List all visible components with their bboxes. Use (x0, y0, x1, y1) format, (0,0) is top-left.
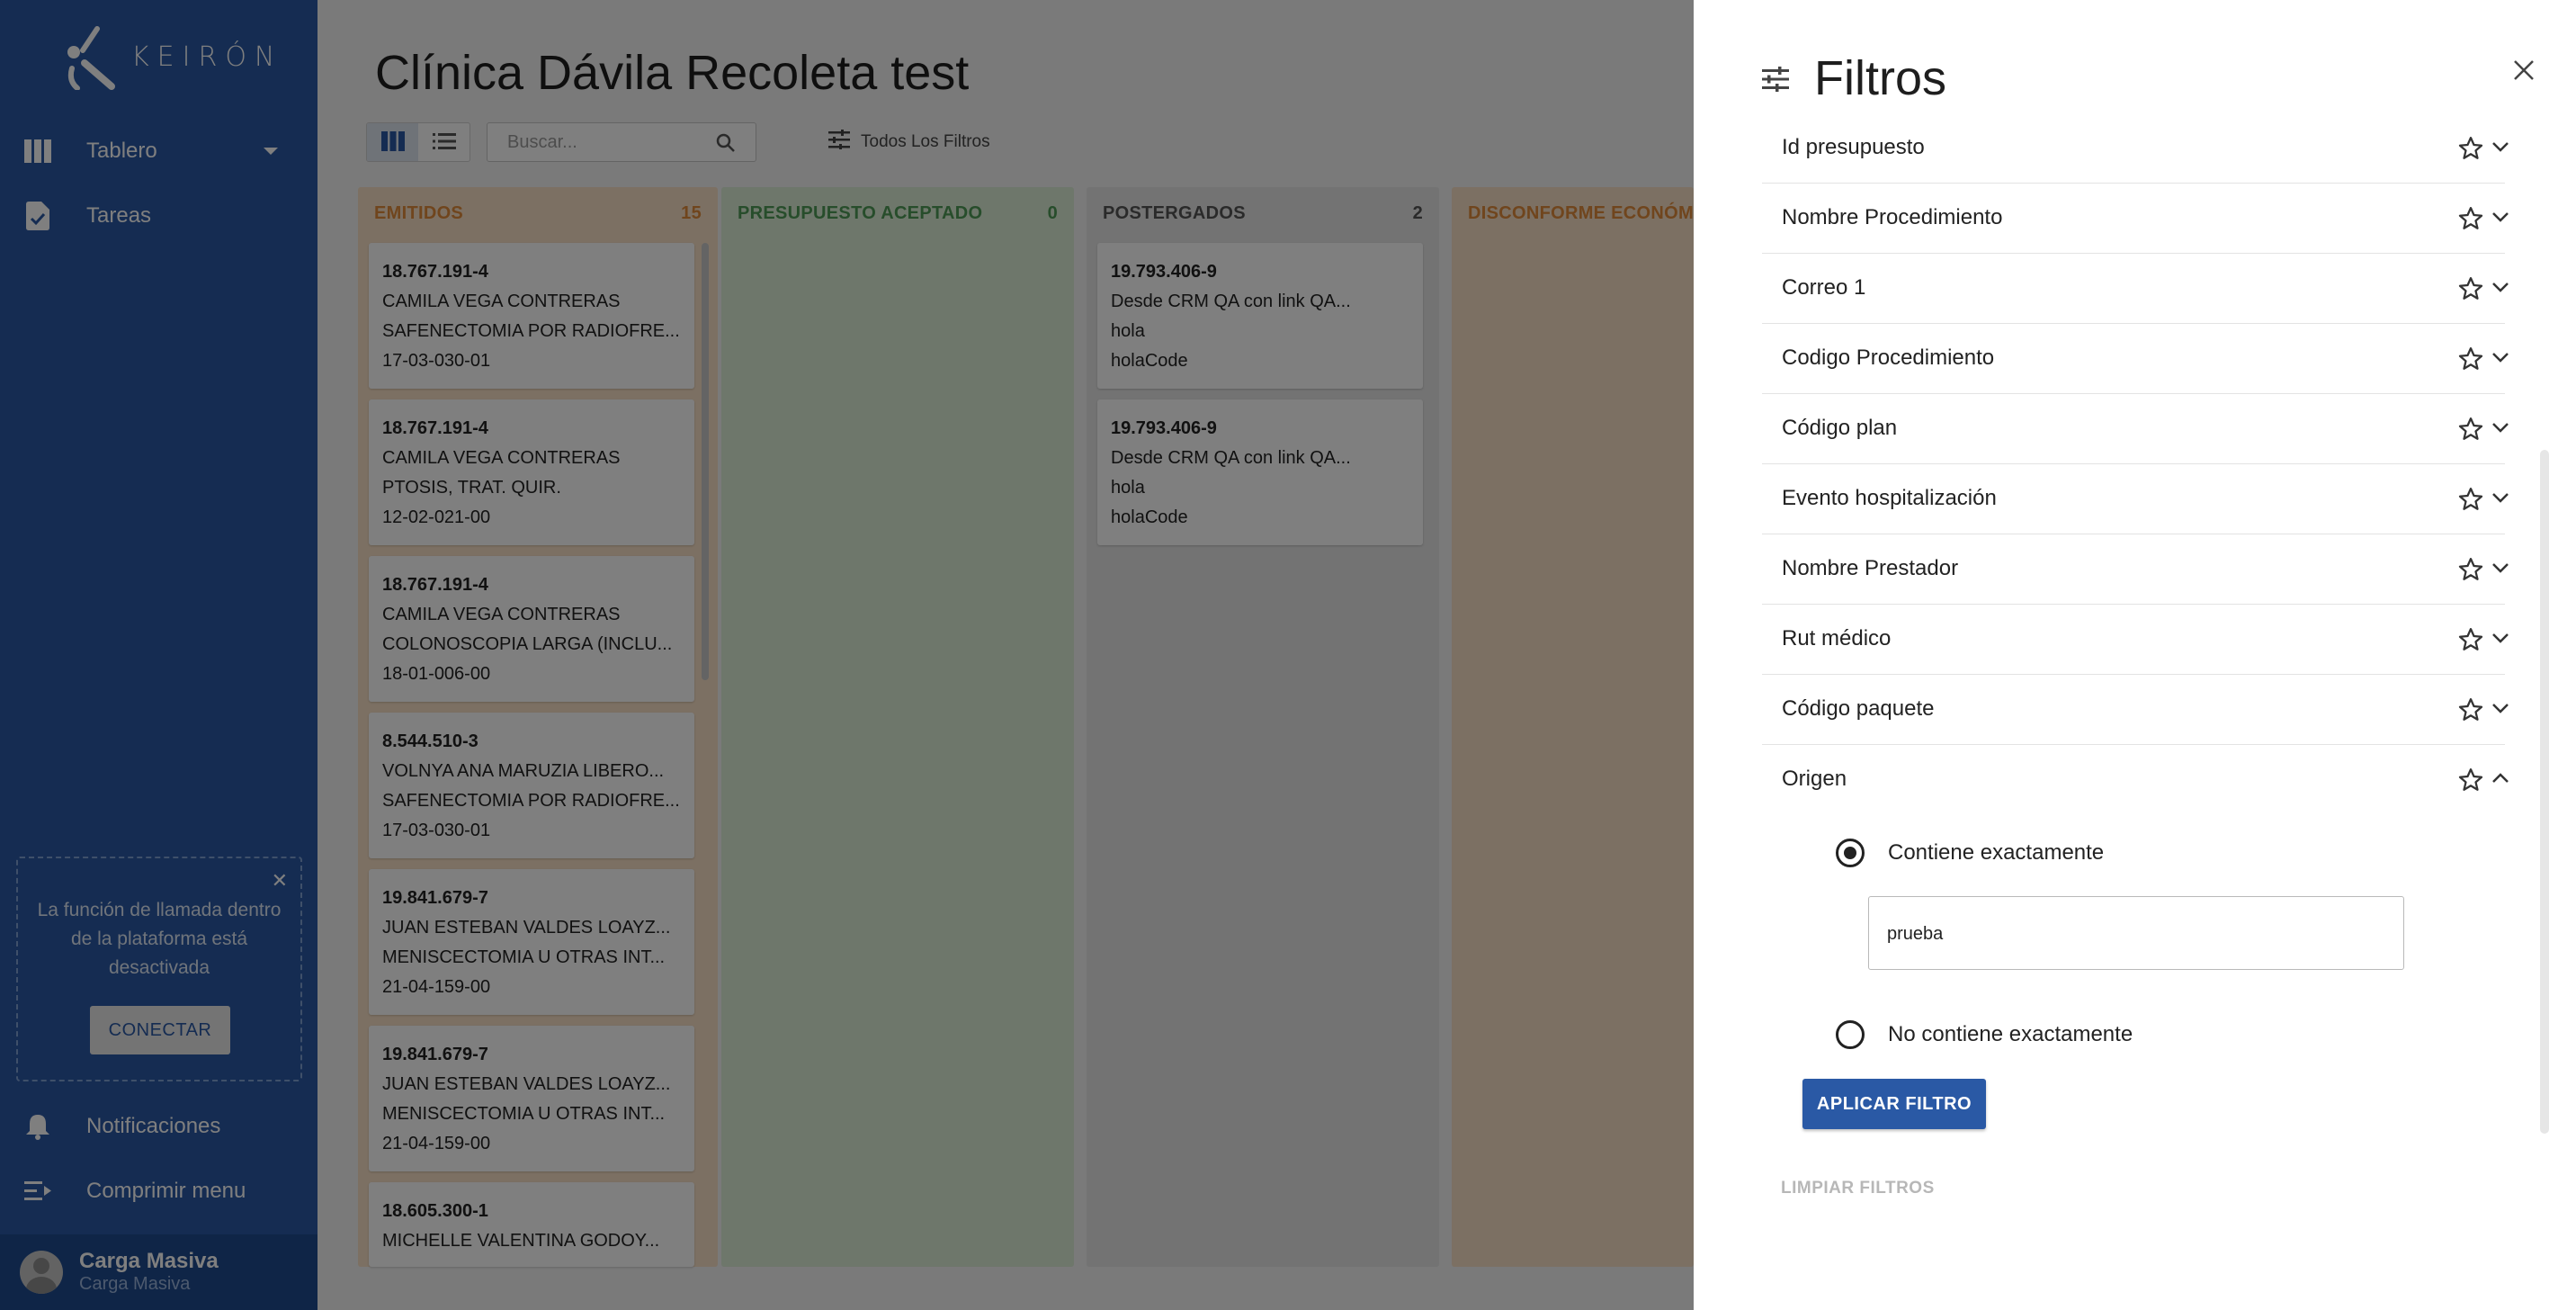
filter-row-rut-medico[interactable]: Rut médico (1762, 605, 2509, 675)
radio-not-contains-exactly[interactable]: No contiene exactamente (1836, 1020, 2133, 1049)
filter-row-codigo-paquete[interactable]: Código paquete (1762, 675, 2509, 745)
star-icon[interactable] (2457, 345, 2484, 377)
close-icon[interactable] (2513, 59, 2535, 85)
chevron-down-icon[interactable] (2491, 281, 2509, 298)
radio-label: Contiene exactamente (1888, 840, 2105, 865)
filter-label: Evento hospitalización (1782, 486, 1997, 510)
radio-contains-exactly[interactable]: Contiene exactamente (1836, 839, 2104, 867)
chevron-down-icon[interactable] (2491, 211, 2509, 228)
chevron-down-icon[interactable] (2491, 702, 2509, 719)
filter-row-evento-hospitalizacion[interactable]: Evento hospitalización (1762, 464, 2509, 534)
chevron-down-icon[interactable] (2491, 351, 2509, 368)
star-icon[interactable] (2457, 767, 2484, 798)
filter-label: Id presupuesto (1782, 135, 1925, 159)
filter-label: Codigo Procedimiento (1782, 345, 1995, 370)
star-icon[interactable] (2457, 556, 2484, 588)
filter-label: Rut médico (1782, 626, 1892, 651)
clear-filters-link[interactable]: LIMPIAR FILTROS (1781, 1179, 1935, 1198)
chevron-up-icon[interactable] (2491, 772, 2509, 789)
filter-label: Código plan (1782, 416, 1898, 440)
chevron-down-icon[interactable] (2491, 140, 2509, 157)
tune-icon (1762, 67, 1789, 96)
star-icon[interactable] (2457, 696, 2484, 728)
filter-row-codigo-plan[interactable]: Código plan (1762, 394, 2509, 464)
chevron-down-icon[interactable] (2491, 421, 2509, 438)
filter-label: Correo 1 (1782, 275, 1866, 300)
star-icon[interactable] (2457, 626, 2484, 658)
star-icon[interactable] (2457, 135, 2484, 166)
chevron-down-icon[interactable] (2491, 561, 2509, 579)
filter-row-origen[interactable]: Origen (1762, 745, 2509, 815)
filters-panel: Filtros Id presupuesto Nombre Procedimie… (1694, 0, 2576, 1310)
radio-button-checked[interactable] (1836, 839, 1865, 867)
filter-row-id-presupuesto[interactable]: Id presupuesto (1762, 113, 2509, 184)
panel-scrollbar[interactable] (2540, 450, 2549, 1134)
filter-row-correo-1[interactable]: Correo 1 (1762, 254, 2509, 324)
filter-label: Nombre Prestador (1782, 556, 1959, 580)
filter-label: Origen (1782, 767, 1847, 791)
filter-label: Código paquete (1782, 696, 1935, 721)
chevron-down-icon[interactable] (2491, 632, 2509, 649)
chevron-down-icon[interactable] (2491, 491, 2509, 508)
star-icon[interactable] (2457, 416, 2484, 447)
filter-row-codigo-procedimiento[interactable]: Codigo Procedimiento (1762, 324, 2509, 394)
filter-row-nombre-procedimiento[interactable]: Nombre Procedimiento (1762, 184, 2509, 254)
modal-backdrop[interactable] (0, 0, 1694, 1310)
apply-filter-button[interactable]: APLICAR FILTRO (1802, 1079, 1986, 1129)
star-icon[interactable] (2457, 205, 2484, 237)
origen-value-input[interactable] (1887, 920, 2373, 947)
panel-title: Filtros (1814, 51, 1946, 105)
filter-row-nombre-prestador[interactable]: Nombre Prestador (1762, 534, 2509, 605)
star-icon[interactable] (2457, 486, 2484, 517)
origen-text-field (1868, 896, 2404, 970)
star-icon[interactable] (2457, 275, 2484, 307)
radio-label: No contiene exactamente (1888, 1022, 2133, 1046)
filter-label: Nombre Procedimiento (1782, 205, 2003, 229)
radio-button[interactable] (1836, 1020, 1865, 1049)
